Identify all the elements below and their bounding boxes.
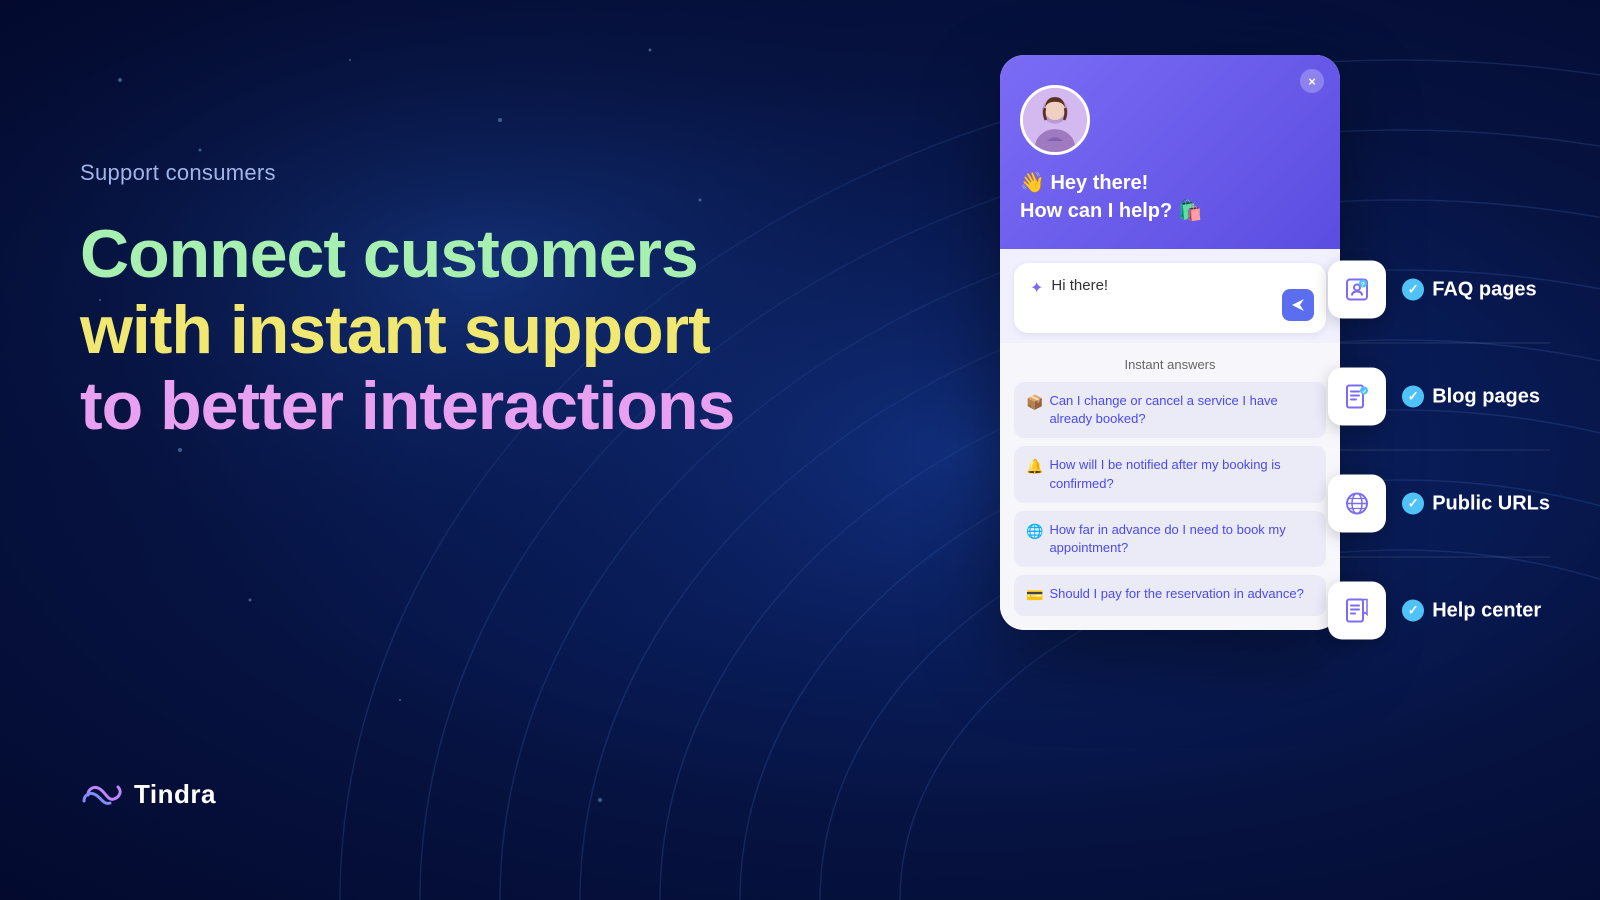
- answer-text-1: 📦 Can I change or cancel a service I hav…: [1026, 392, 1314, 428]
- logo-icon: [80, 781, 124, 809]
- sidebar-item-faq[interactable]: ? ✓ FAQ pages: [1328, 237, 1550, 344]
- chat-greeting: 👋 Hey there! How can I help? 🛍️: [1020, 169, 1320, 225]
- send-icon: [1290, 297, 1306, 313]
- help-icon-box: [1328, 582, 1386, 640]
- answer-label-1: Can I change or cancel a service I have …: [1049, 392, 1314, 428]
- greeting-line1: 👋 Hey there!: [1020, 169, 1320, 197]
- sidebar-item-urls[interactable]: ✓ Public URLs: [1328, 451, 1550, 558]
- blog-icon: ✓: [1343, 383, 1371, 411]
- headline-line3: to better interactions: [80, 368, 760, 444]
- globe-icon: [1343, 490, 1371, 518]
- blog-label: ✓ Blog pages: [1402, 385, 1540, 408]
- support-label: Support consumers: [80, 160, 760, 186]
- help-text: Help center: [1432, 599, 1541, 622]
- help-icon: [1343, 597, 1371, 625]
- chat-input-area: ✦ Hi there!: [1000, 249, 1340, 343]
- sparkle-icon: ✦: [1030, 278, 1043, 298]
- chat-input-box[interactable]: ✦ Hi there!: [1014, 263, 1326, 333]
- answer-item-1[interactable]: 📦 Can I change or cancel a service I hav…: [1014, 382, 1326, 438]
- answer-text-3: 🌐 How far in advance do I need to book m…: [1026, 521, 1314, 557]
- headline-line1: Connect customers: [80, 216, 760, 292]
- faq-icon: ?: [1343, 276, 1371, 304]
- answer-label-4: Should I pay for the reservation in adva…: [1049, 585, 1303, 603]
- chat-widget: × 👋 Hey there! How can I help? 🛍️: [1000, 55, 1340, 630]
- svg-text:?: ?: [1361, 283, 1365, 289]
- urls-text: Public URLs: [1432, 492, 1550, 515]
- blog-check-icon: ✓: [1402, 386, 1424, 408]
- answer-emoji-4: 💳: [1026, 586, 1043, 606]
- headline-line2: with instant support: [80, 292, 760, 368]
- input-text: Hi there!: [1051, 277, 1108, 294]
- answer-item-2[interactable]: 🔔 How will I be notified after my bookin…: [1014, 446, 1326, 502]
- help-label: ✓ Help center: [1402, 599, 1541, 622]
- faq-label: ✓ FAQ pages: [1402, 278, 1536, 301]
- answer-item-4[interactable]: 💳 Should I pay for the reservation in ad…: [1014, 575, 1326, 616]
- avatar-image: [1023, 85, 1087, 155]
- chat-header: × 👋 Hey there! How can I help? 🛍️: [1000, 55, 1340, 249]
- blog-text: Blog pages: [1432, 385, 1540, 408]
- blog-icon-box: ✓: [1328, 368, 1386, 426]
- chat-avatar: [1020, 85, 1090, 155]
- chat-close-button[interactable]: ×: [1300, 69, 1324, 93]
- headline: Connect customers with instant support t…: [80, 216, 760, 444]
- answer-label-3: How far in advance do I need to book my …: [1049, 521, 1314, 557]
- answer-emoji-2: 🔔: [1026, 457, 1043, 477]
- answer-label-2: How will I be notified after my booking …: [1049, 456, 1314, 492]
- logo: Tindra: [80, 779, 216, 810]
- answer-text-2: 🔔 How will I be notified after my bookin…: [1026, 456, 1314, 492]
- faq-icon-box: ?: [1328, 261, 1386, 319]
- answer-emoji-1: 📦: [1026, 393, 1043, 413]
- instant-answers-section: Instant answers 📦 Can I change or cancel…: [1000, 343, 1340, 630]
- send-button[interactable]: [1282, 289, 1314, 321]
- urls-label: ✓ Public URLs: [1402, 492, 1550, 515]
- help-check-icon: ✓: [1402, 600, 1424, 622]
- instant-answers-title: Instant answers: [1014, 357, 1326, 372]
- sidebar-item-help[interactable]: ✓ Help center: [1328, 558, 1550, 664]
- answer-item-3[interactable]: 🌐 How far in advance do I need to book m…: [1014, 511, 1326, 567]
- svg-text:✓: ✓: [1362, 390, 1367, 396]
- answer-text-4: 💳 Should I pay for the reservation in ad…: [1026, 585, 1314, 606]
- greeting-line2: How can I help? 🛍️: [1020, 197, 1320, 225]
- answer-emoji-3: 🌐: [1026, 522, 1043, 542]
- faq-text: FAQ pages: [1432, 278, 1536, 301]
- left-section: Support consumers Connect customers with…: [80, 160, 760, 444]
- urls-check-icon: ✓: [1402, 493, 1424, 515]
- urls-icon-box: [1328, 475, 1386, 533]
- sidebar-item-blog[interactable]: ✓ ✓ Blog pages: [1328, 344, 1550, 451]
- logo-text: Tindra: [134, 779, 216, 810]
- right-sidebar: ? ✓ FAQ pages ✓ ✓ Blog pages: [1328, 237, 1550, 664]
- faq-check-icon: ✓: [1402, 279, 1424, 301]
- chat-input-content: ✦ Hi there!: [1030, 277, 1276, 298]
